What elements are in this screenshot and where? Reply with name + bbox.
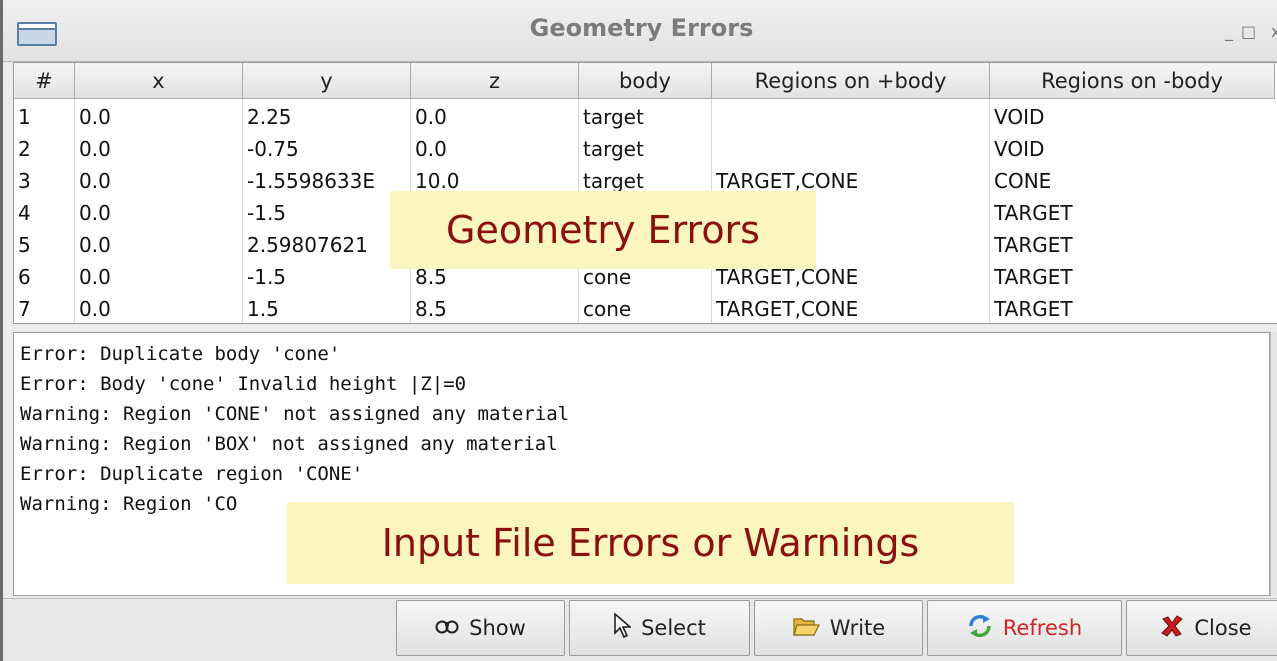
cell-regions-minus: CONE [994, 169, 1052, 193]
cell-index: 5 [18, 233, 31, 257]
cell-body: cone [583, 297, 632, 321]
folder-open-icon [792, 615, 820, 642]
cell-z: 0.0 [415, 105, 447, 129]
window-title: Geometry Errors [529, 14, 754, 42]
close-x-icon [1160, 614, 1184, 643]
column-header-regions-minus[interactable]: Regions on -body [990, 63, 1275, 99]
cell-z: 8.5 [415, 297, 447, 321]
log-line: Warning: Region 'CONE' not assigned any … [20, 403, 570, 425]
minimize-button[interactable]: _ [1225, 22, 1233, 42]
cell-index: 3 [18, 169, 31, 193]
close-button[interactable]: Close [1126, 600, 1277, 656]
cell-body: target [583, 105, 644, 129]
write-button[interactable]: Write [754, 600, 923, 656]
cell-x: 0.0 [79, 105, 111, 129]
log-callout: Input File Errors or Warnings [287, 502, 1014, 584]
column-header-x[interactable]: x [75, 63, 243, 99]
cursor-arrow-icon [613, 611, 633, 644]
cell-y: -1.5 [247, 201, 287, 225]
cell-regions-minus: VOID [994, 137, 1045, 161]
column-header-body[interactable]: body [579, 63, 712, 99]
show-button[interactable]: Show [396, 600, 565, 656]
refresh-button-label: Refresh [1002, 616, 1083, 640]
refresh-button[interactable]: Refresh [927, 600, 1122, 656]
column-header-y[interactable]: y [243, 63, 411, 99]
cell-z: 0.0 [415, 137, 447, 161]
column-header-z[interactable]: z [411, 63, 579, 99]
write-button-label: Write [829, 616, 886, 640]
select-button[interactable]: Select [569, 600, 750, 656]
select-button-label: Select [641, 616, 706, 640]
cell-regions-minus: TARGET [994, 265, 1073, 289]
close-window-button[interactable]: x [1271, 22, 1277, 42]
close-button-label: Close [1194, 616, 1252, 640]
cell-y: 2.59807621 [247, 233, 368, 257]
cell-x: 0.0 [79, 233, 111, 257]
cell-index: 1 [18, 105, 31, 129]
cell-index: 4 [18, 201, 31, 225]
log-line: Error: Body 'cone' Invalid height |Z|=0 [20, 373, 467, 395]
binoculars-icon [435, 617, 459, 640]
cell-regions-minus: TARGET [994, 233, 1073, 257]
cell-y: -1.5 [247, 265, 287, 289]
cell-regions-plus [712, 101, 989, 133]
log-scrollbar[interactable] [1270, 332, 1277, 596]
log-line: Error: Duplicate body 'cone' [20, 343, 341, 365]
cell-regions-minus: VOID [994, 105, 1045, 129]
cell-x: 0.0 [79, 201, 111, 225]
refresh-icon [967, 614, 993, 643]
cell-index: 2 [18, 137, 31, 161]
cell-index: 6 [18, 265, 31, 289]
cell-regions-plus [712, 133, 989, 165]
cell-x: 0.0 [79, 137, 111, 161]
maximize-button[interactable]: □ [1241, 22, 1256, 42]
log-line: Error: Duplicate region 'CONE' [20, 463, 364, 485]
cell-regions-minus: TARGET [994, 201, 1073, 225]
cell-y: 2.25 [247, 105, 292, 129]
show-button-label: Show [469, 616, 526, 640]
cell-index: 7 [18, 297, 31, 321]
log-line: Warning: Region 'CO [20, 493, 238, 515]
cell-x: 0.0 [79, 265, 111, 289]
cell-x: 0.0 [79, 169, 111, 193]
cell-y: -0.75 [247, 137, 299, 161]
cell-y: 1.5 [247, 297, 279, 321]
cell-regions-minus: TARGET [994, 297, 1073, 321]
log-line: Warning: Region 'BOX' not assigned any m… [20, 433, 558, 455]
table-callout: Geometry Errors [390, 191, 816, 269]
cell-y: -1.5598633E [247, 169, 376, 193]
cell-regions-plus: TARGET,CONE [716, 297, 859, 321]
column-header-index[interactable]: # [14, 63, 75, 99]
cell-body: target [583, 137, 644, 161]
column-header-regions-plus[interactable]: Regions on +body [712, 63, 990, 99]
title-bar[interactable]: Geometry Errors _ □ x [3, 0, 1277, 62]
cell-x: 0.0 [79, 297, 111, 321]
